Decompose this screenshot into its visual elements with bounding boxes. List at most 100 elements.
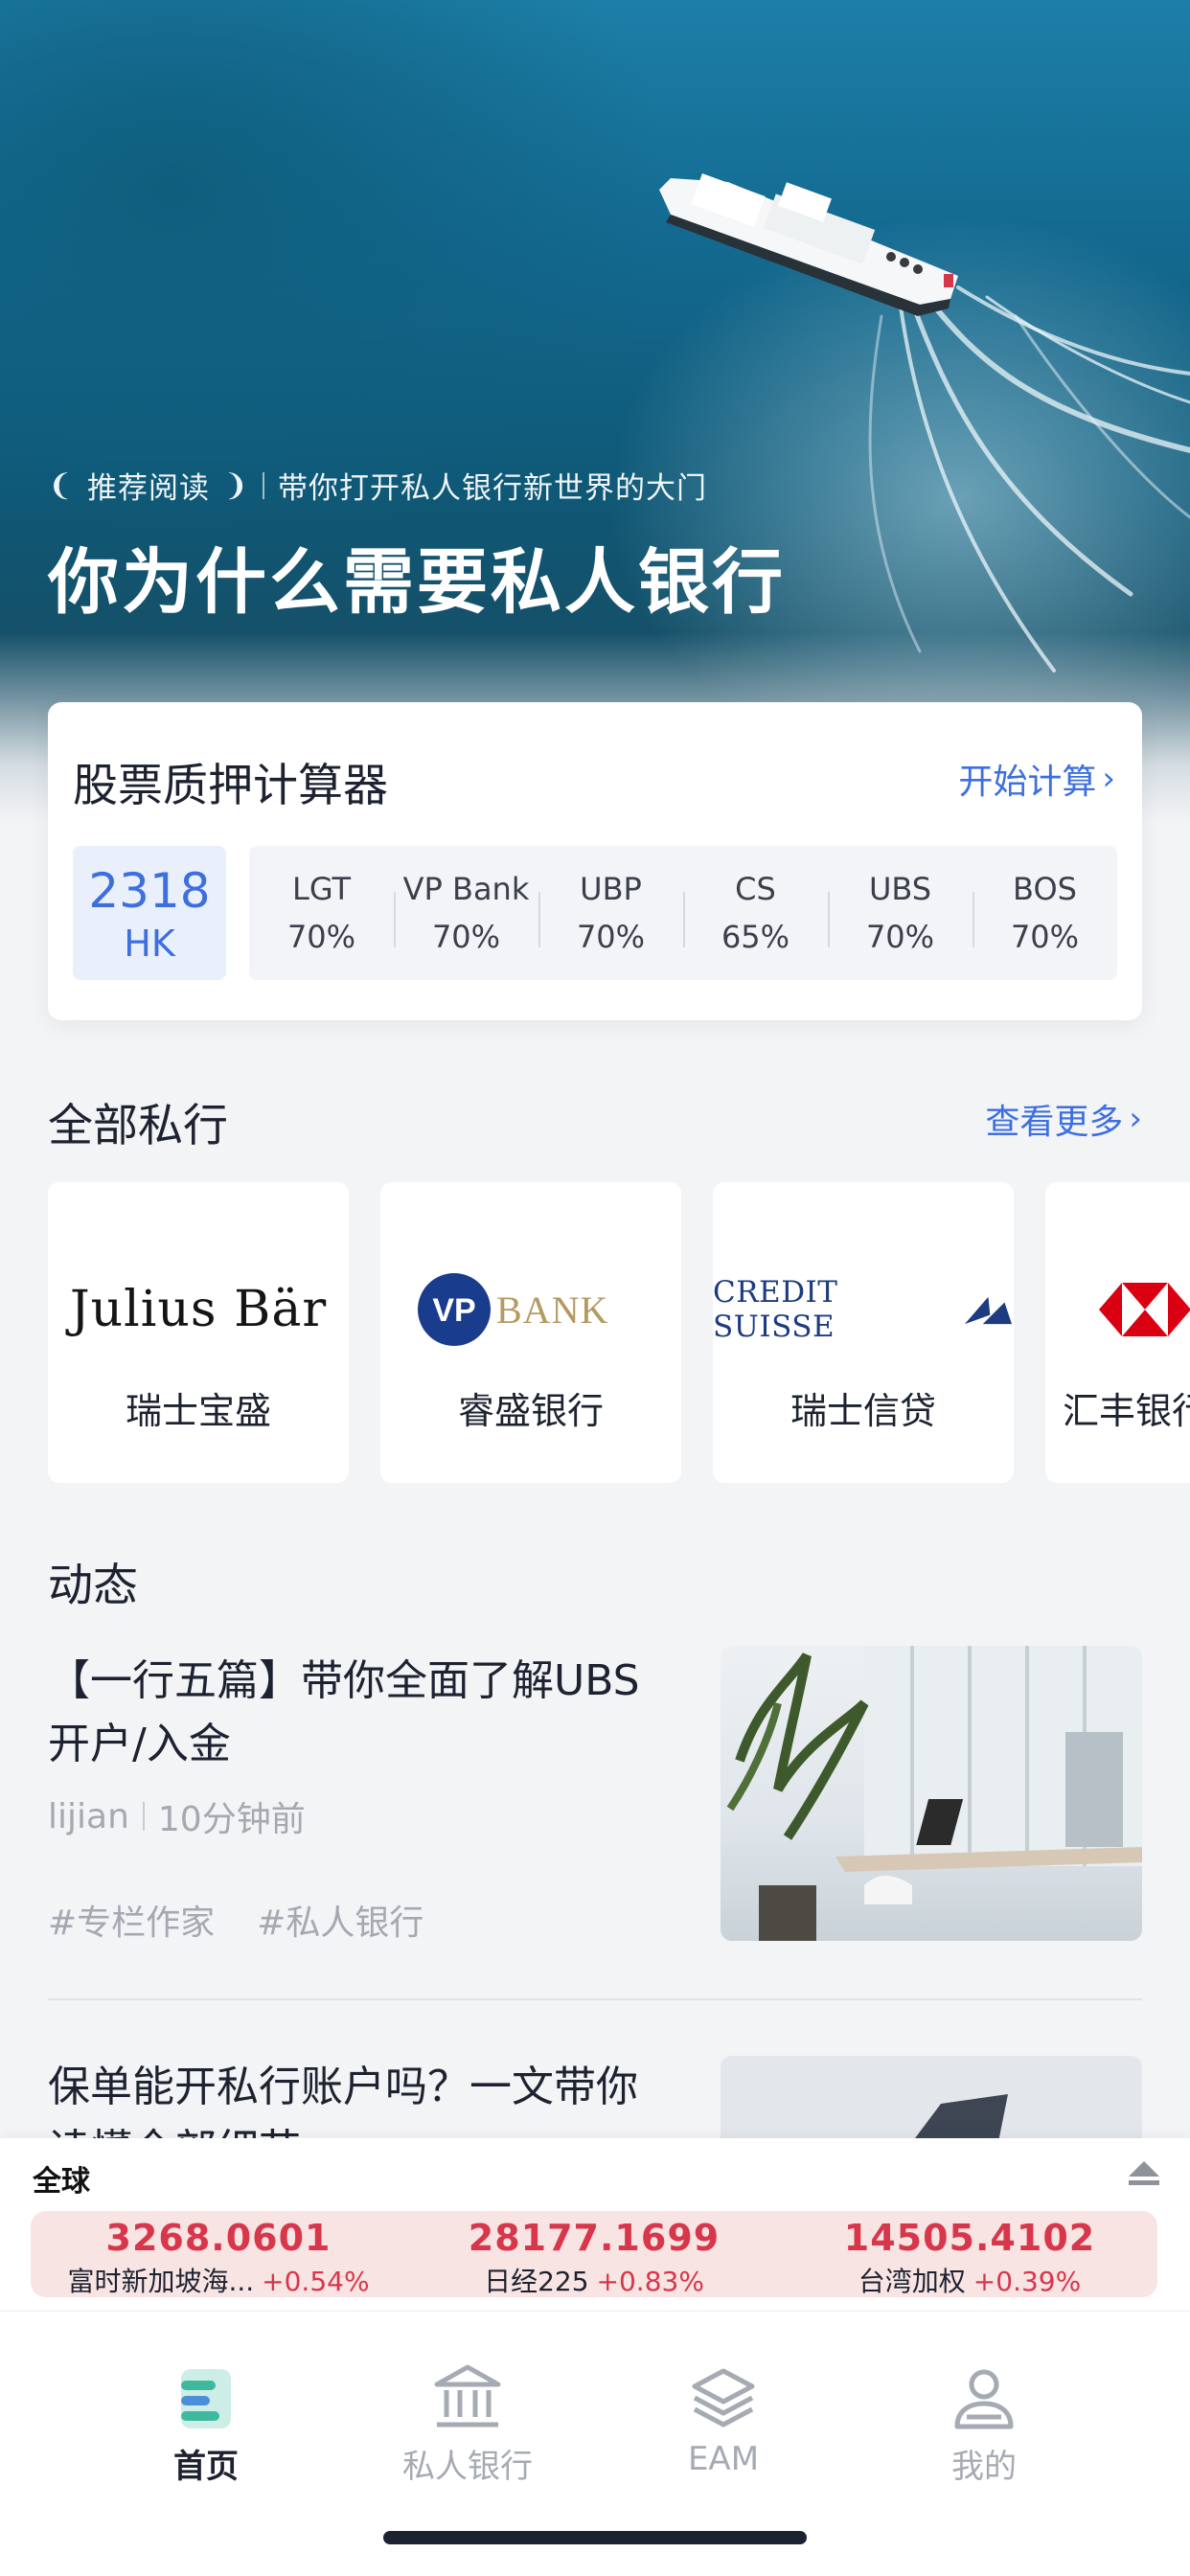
view-more-banks-link[interactable]: 查看更多 › [985, 1094, 1142, 1144]
rate-bank: BOS [1013, 871, 1077, 907]
index-value: 3268.0601 [105, 2217, 332, 2259]
user-icon [954, 2369, 1014, 2429]
hero-banner[interactable]: ❨ 推荐阅读 ❩ 带你打开私人银行新世界的大门 你为什么需要私人银行 [0, 0, 1190, 824]
hero-kicker-text: 带你打开私人银行新世界的大门 [277, 471, 707, 506]
pledge-rates: LGT 70% VP Bank 70% UBP 70% CS 65% UBS 7… [249, 846, 1117, 980]
stock-market: HK [124, 923, 175, 965]
rate-item: LGT 70% [249, 871, 394, 955]
bank-card-hsbc[interactable]: 汇丰银行 [1045, 1182, 1190, 1483]
eject-collapse-icon[interactable] [1127, 2159, 1161, 2188]
rate-pct: 70% [865, 919, 935, 955]
index-change: +0.83% [596, 2266, 704, 2297]
rate-item: CS 65% [683, 871, 828, 955]
hero-kicker: ❨ 推荐阅读 ❩ 带你打开私人银行新世界的大门 [48, 464, 707, 507]
index-item[interactable]: 3268.0601 富时新加坡海... +0.54% [31, 2211, 406, 2297]
feed-tag[interactable]: #专栏作家 [48, 1895, 215, 1945]
feed-author: lijian [48, 1796, 129, 1836]
svg-text:BANK: BANK [496, 1288, 608, 1332]
index-name: 台湾加权 [858, 2266, 966, 2297]
rate-pct: 70% [576, 919, 646, 955]
rate-bank: VP Bank [402, 871, 530, 907]
bank-card-vp-bank[interactable]: VP BANK 睿盛银行 [380, 1182, 681, 1483]
index-name: 日经225 [484, 2266, 589, 2297]
tab-profile[interactable]: 我的 [888, 2363, 1080, 2487]
stock-code: 2318 [88, 863, 211, 919]
rate-item: VP Bank 70% [394, 871, 538, 955]
calculator-title: 股票质押计算器 [73, 760, 388, 812]
rate-pct: 65% [721, 919, 790, 955]
hero-kicker-tag: 推荐阅读 [86, 471, 210, 506]
hsbc-logo [1045, 1266, 1190, 1353]
index-value: 14505.4102 [843, 2217, 1096, 2259]
sails-icon [964, 1296, 1013, 1325]
feed-item-title[interactable]: 保单能开私行账户吗？一文带你读懂全部细节 [48, 2056, 661, 2144]
rate-item: UBP 70% [538, 871, 683, 955]
boat-wake-illustration [659, 173, 1190, 672]
kicker-separator [262, 471, 264, 499]
credit-suisse-logo: CREDIT SUISSE [713, 1266, 1014, 1353]
vp-bank-logo: VP BANK [380, 1266, 681, 1353]
hero-title: 你为什么需要私人银行 [48, 541, 786, 624]
index-item[interactable]: 14505.4102 台湾加权 +0.39% [782, 2211, 1157, 2297]
index-item[interactable]: 28177.1699 日经225 +0.83% [406, 2211, 782, 2297]
feed-item-title[interactable]: 【一行五篇】带你全面了解UBS开户/入金 [48, 1650, 642, 1776]
bank-icon [434, 2364, 501, 2428]
ticker-strip: 3268.0601 富时新加坡海... +0.54% 28177.1699 日经2… [31, 2211, 1157, 2297]
ticker-label: 全球 [33, 2165, 90, 2199]
office-photo-illustration [726, 1646, 1142, 1941]
laurel-left-icon: ❨ [48, 467, 74, 503]
hsbc-hexagon-icon [1099, 1283, 1190, 1336]
bank-card-credit-suisse[interactable]: CREDIT SUISSE 瑞士信贷 [713, 1182, 1014, 1483]
home-icon [181, 2369, 231, 2428]
tab-private-bank[interactable]: 私人银行 [372, 2363, 563, 2487]
tab-label: 私人银行 [402, 2448, 533, 2486]
feed-time: 10分钟前 [157, 1800, 306, 1839]
rate-bank: UBS [868, 871, 932, 907]
index-change: +0.39% [973, 2266, 1082, 2297]
index-name: 富时新加坡海... [67, 2266, 255, 2297]
tab-label: 首页 [173, 2448, 239, 2486]
view-more-label: 查看更多 [985, 1103, 1124, 1142]
start-calculation-link[interactable]: 开始计算 › [958, 754, 1115, 804]
rate-pct: 70% [1010, 919, 1080, 955]
bank-name: 瑞士宝盛 [125, 1390, 271, 1432]
banks-section-title: 全部私行 [48, 1100, 228, 1152]
tab-label: EAM [687, 2440, 760, 2478]
index-change: +0.54% [262, 2266, 370, 2297]
bank-name: 瑞士信贷 [790, 1390, 936, 1432]
rate-bank: LGT [291, 871, 352, 907]
card-photo-illustration [912, 2094, 1008, 2142]
home-indicator[interactable] [383, 2531, 807, 2544]
feed-divider [48, 1998, 1142, 2000]
bank-card-julius-baer[interactable]: Julius Bär 瑞士宝盛 [48, 1182, 349, 1483]
market-ticker[interactable]: 全球 3268.0601 富时新加坡海... +0.54% 28177.1699 … [0, 2138, 1190, 2311]
chevron-right-icon: › [1129, 1100, 1142, 1138]
rate-pct: 70% [286, 919, 356, 955]
bank-name: 汇丰银行 [1063, 1390, 1190, 1432]
rate-bank: CS [735, 871, 776, 907]
index-value: 28177.1699 [468, 2217, 721, 2259]
chevron-right-icon: › [1102, 760, 1115, 798]
svg-text:VP: VP [432, 1292, 475, 1329]
tab-label: 我的 [951, 2448, 1017, 2486]
start-calculation-label: 开始计算 [958, 763, 1097, 802]
feed-thumbnail[interactable] [721, 1646, 1142, 1941]
julius-baer-logo: Julius Bär [69, 1281, 328, 1338]
bank-carousel[interactable]: Julius Bär 瑞士宝盛 VP BANK 睿盛银行 CREDIT SUIS… [48, 1182, 1190, 1485]
pledge-calculator-card: 股票质押计算器 开始计算 › 2318 HK LGT 70% VP Bank 7… [48, 702, 1142, 1020]
rate-item: UBS 70% [828, 871, 973, 955]
feed-section-title: 动态 [48, 1560, 138, 1612]
rate-bank: UBP [580, 871, 642, 907]
stock-selector[interactable]: 2318 HK [73, 846, 226, 980]
vp-bank-emblem: VP BANK [418, 1273, 608, 1346]
boat-shape [659, 173, 958, 316]
feed-tag[interactable]: #私人银行 [257, 1895, 423, 1945]
feed-thumbnail[interactable] [721, 2056, 1142, 2142]
meta-separator [142, 1802, 145, 1831]
feed-item-meta: lijian 10分钟前 [48, 1791, 306, 1841]
bank-name: 睿盛银行 [457, 1390, 604, 1432]
tab-home[interactable]: 首页 [110, 2363, 302, 2487]
tab-eam[interactable]: EAM [628, 2363, 819, 2478]
layers-icon [692, 2368, 755, 2428]
feed-tags: #专栏作家 #私人银行 [48, 1895, 423, 1945]
